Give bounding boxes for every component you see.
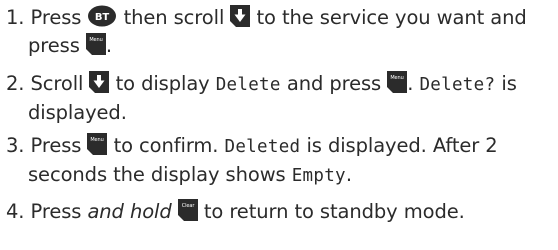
step-number: 2. [6,72,25,95]
step-number: 4. [6,200,25,223]
bt-icon-label: BT [95,12,110,23]
emphasis-text: and hold [87,200,172,223]
step-text: Press [30,200,82,223]
step-text: to return to standby mode. [203,200,465,223]
display-text: Delete [215,75,281,95]
clear-icon-label: Clear [181,203,195,209]
step-text: to confirm. [113,134,219,157]
step-4: 4. Press and hold Clear to return to sta… [6,198,465,226]
menu-icon-label: Menu [91,137,104,143]
step-text: . [345,163,353,186]
step-text: to the service you want and [256,6,527,29]
step-number: 1. [6,6,25,29]
display-text: Delete? [419,75,496,95]
step-text: displayed. [28,101,127,124]
step-text: Scroll [30,72,84,95]
display-text: Empty [291,166,346,186]
step-text: to display [115,72,210,95]
step-text: press [28,34,80,57]
step-text: and press [286,72,382,95]
step-3: 3. Press Menu to confirm. Deleted is dis… [6,132,498,190]
step-1: 1. Press BT then scroll to the service y… [6,4,527,60]
step-number: 3. [6,134,25,157]
bt-button-icon: BT [87,5,117,27]
menu-button-icon: Menu [85,33,106,55]
menu-icon-label: Menu [89,37,102,43]
step-text: . [105,34,113,57]
step-2: 2. Scroll to display Delete and press Me… [6,70,517,127]
step-text: Press [30,6,82,29]
step-text: is displayed. After 2 [306,134,498,157]
menu-icon-label: Menu [391,75,404,81]
menu-button-icon: Menu [387,71,408,93]
step-text: . [407,72,414,95]
scroll-down-arrow-icon [89,71,110,93]
step-text: then scroll [123,6,225,29]
scroll-down-arrow-icon [230,5,251,27]
clear-button-icon: Clear [177,199,198,221]
step-text: seconds the display shows [28,163,286,186]
display-text: Deleted [224,137,301,157]
step-text: Press [30,134,82,157]
step-text: is [501,72,517,95]
menu-button-icon: Menu [87,133,108,155]
